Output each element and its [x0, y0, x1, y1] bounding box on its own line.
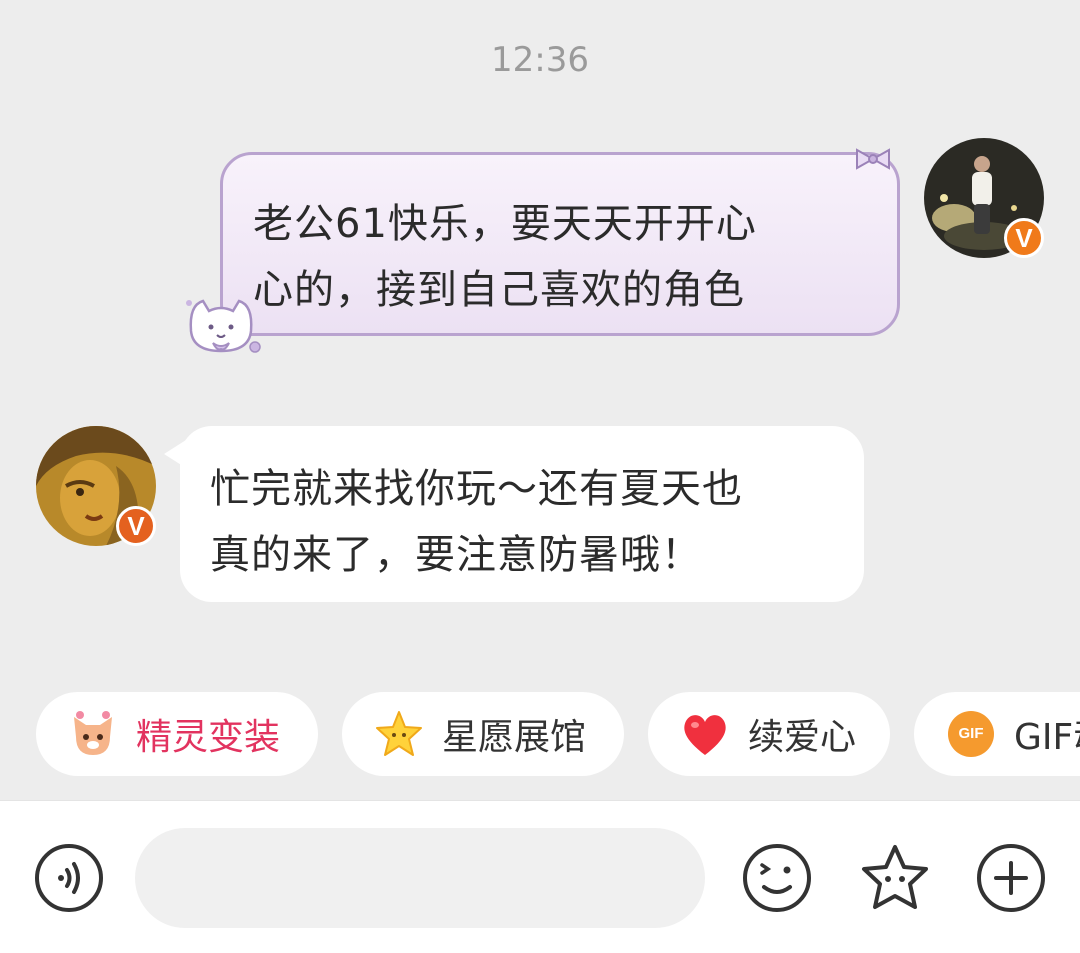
- message-text-line: 心的，接到自己喜欢的角色: [253, 267, 745, 313]
- chip-renew-love[interactable]: 续爱心: [648, 692, 890, 776]
- message-input[interactable]: [135, 828, 705, 928]
- fox-sprite-icon: [66, 707, 120, 761]
- contact-avatar[interactable]: V: [36, 426, 156, 546]
- chip-label: 精灵变装: [136, 717, 281, 758]
- cat-sticker-decoration-icon: [186, 299, 261, 353]
- input-bar: [0, 800, 1080, 953]
- my-avatar[interactable]: V: [924, 138, 1044, 258]
- voice-icon[interactable]: [34, 843, 104, 913]
- verified-badge-icon: V: [1004, 218, 1044, 258]
- emoji-icon[interactable]: [742, 843, 812, 913]
- gif-icon: GIF: [944, 707, 998, 761]
- sticker-star-icon[interactable]: [860, 843, 930, 913]
- message-text-line: 忙完就来找你玩～还有夏天也: [210, 466, 743, 512]
- message-timestamp: 12:36: [491, 40, 589, 80]
- verified-badge-icon: V: [116, 506, 156, 546]
- message-text-line: 老公61快乐，要天天开开心: [253, 201, 757, 247]
- bow-decoration-icon: [856, 148, 890, 170]
- chip-label: 星愿展馆: [442, 717, 587, 758]
- plus-icon[interactable]: [976, 843, 1046, 913]
- gif-icon-text: GIF: [948, 711, 994, 757]
- star-icon: [372, 707, 426, 761]
- chip-gif[interactable]: GIF GIF动: [914, 692, 1080, 776]
- chip-star-wish-gallery[interactable]: 星愿展馆: [342, 692, 624, 776]
- chip-label: GIF动: [1014, 717, 1080, 758]
- message-text-line: 真的来了，要注意防暑哦！: [210, 532, 702, 578]
- chip-label: 续爱心: [748, 717, 857, 758]
- chip-elf-costume[interactable]: 精灵变装: [36, 692, 318, 776]
- quick-action-bar: 精灵变装 星愿展馆 续爱心 GIF GIF动: [36, 692, 1080, 776]
- outgoing-message-bubble[interactable]: 老公61快乐，要天天开开心 心的，接到自己喜欢的角色: [186, 148, 900, 353]
- incoming-message-bubble[interactable]: 忙完就来找你玩～还有夏天也 真的来了，要注意防暑哦！: [180, 426, 864, 602]
- heart-icon: [678, 707, 732, 761]
